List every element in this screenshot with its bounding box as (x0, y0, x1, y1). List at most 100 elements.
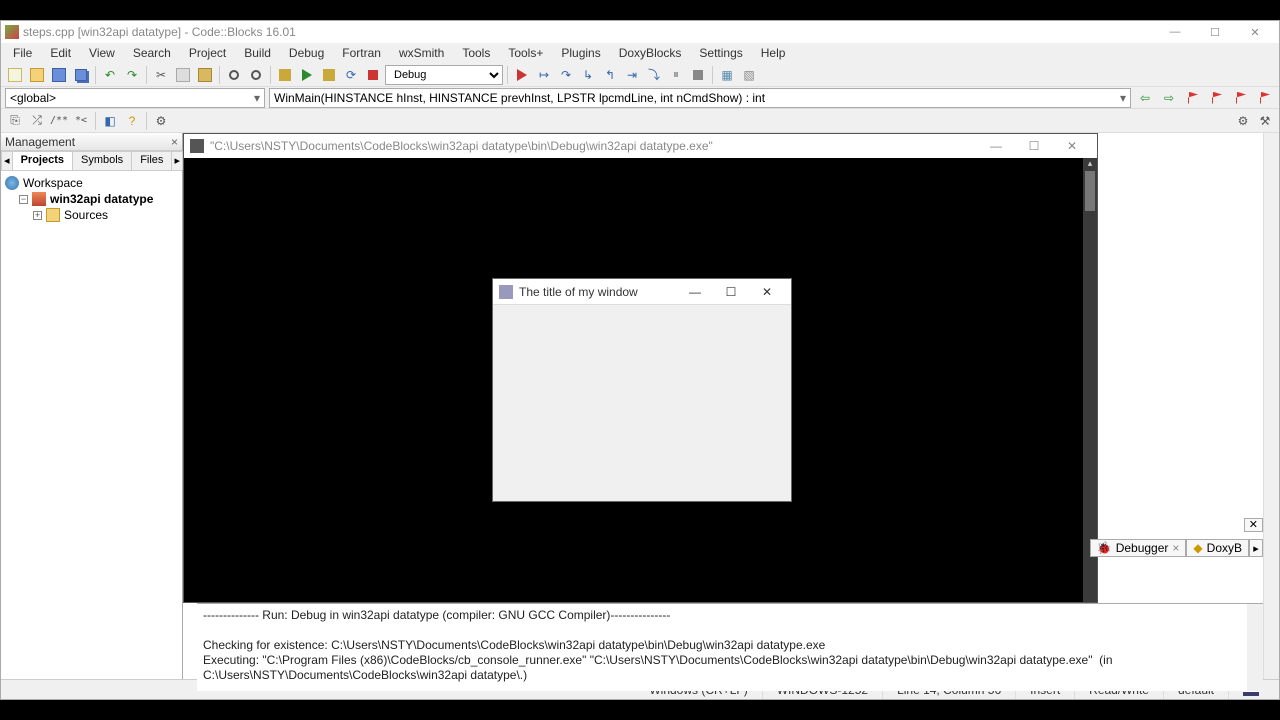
menu-wxsmith[interactable]: wxSmith (391, 44, 452, 62)
help-button[interactable]: ⚒ (1255, 111, 1275, 131)
console-minimize-button[interactable]: — (977, 135, 1015, 157)
doxy-tab[interactable]: ◆ DoxyB (1186, 539, 1249, 557)
redo-button[interactable]: ↷ (122, 65, 142, 85)
menu-settings[interactable]: Settings (691, 44, 750, 62)
save-button[interactable] (49, 65, 69, 85)
titlebar: steps.cpp [win32api datatype] - Code::Bl… (1, 21, 1279, 43)
maximize-button[interactable]: ☐ (1195, 22, 1235, 42)
next-line-button[interactable]: ↷ (556, 65, 576, 85)
comment-button[interactable]: /** (49, 111, 69, 131)
abort-button[interactable] (363, 65, 383, 85)
replace-button[interactable] (246, 65, 266, 85)
scroll-thumb[interactable] (1085, 171, 1095, 211)
tab-symbols[interactable]: Symbols (72, 151, 132, 170)
paste-button[interactable] (195, 65, 215, 85)
step-into-button[interactable]: ↳ (578, 65, 598, 85)
tab-scroll-right[interactable]: ▸ (171, 151, 183, 170)
debug-start-button[interactable] (512, 65, 532, 85)
running-app-maximize-button[interactable]: ☐ (713, 280, 749, 304)
build-log-text[interactable]: -------------- Run: Debug in win32api da… (197, 604, 1247, 691)
settings-button[interactable]: ⚙ (1233, 111, 1253, 131)
menu-project[interactable]: Project (181, 44, 234, 62)
menu-build[interactable]: Build (236, 44, 279, 62)
bookmark-clear-button[interactable] (1255, 88, 1275, 108)
copy-button[interactable] (173, 65, 193, 85)
console-maximize-button[interactable]: ☐ (1015, 135, 1053, 157)
bookmark-prev-button[interactable] (1207, 88, 1227, 108)
doxy-3-button[interactable]: ⚙ (151, 111, 171, 131)
log-scrollbar[interactable] (1247, 604, 1263, 691)
next-instr-button[interactable]: ⇥ (622, 65, 642, 85)
break-button[interactable]: ⏸ (666, 65, 686, 85)
build-target-select[interactable]: Debug (385, 65, 503, 85)
tabs-overflow-button[interactable]: ▸ (1249, 539, 1263, 557)
expand-icon[interactable]: − (19, 195, 28, 204)
run-to-cursor-button[interactable]: ↦ (534, 65, 554, 85)
running-app-minimize-button[interactable]: — (677, 280, 713, 304)
tab-files[interactable]: Files (131, 151, 172, 170)
step-instr-button[interactable]: ⤵ (644, 65, 664, 85)
menu-plugins[interactable]: Plugins (553, 44, 608, 62)
nav-forward-button[interactable]: ⇨ (1159, 88, 1179, 108)
scroll-up-icon[interactable]: ▴ (1083, 158, 1097, 169)
menu-debug[interactable]: Debug (281, 44, 332, 62)
bookmark-toggle-button[interactable] (1183, 88, 1203, 108)
debug-windows-button[interactable]: ▦ (717, 65, 737, 85)
menu-file[interactable]: File (5, 44, 40, 62)
run-button[interactable] (297, 65, 317, 85)
open-file-button[interactable] (27, 65, 47, 85)
menubar: File Edit View Search Project Build Debu… (1, 43, 1279, 63)
menu-fortran[interactable]: Fortran (334, 44, 389, 62)
console-close-button[interactable]: ✕ (1053, 135, 1091, 157)
bookmark-next-button[interactable] (1231, 88, 1251, 108)
debug-start-icon (517, 69, 527, 81)
undo-button[interactable]: ↶ (100, 65, 120, 85)
uncomment-button[interactable]: *< (71, 111, 91, 131)
debugger-tab-close[interactable]: × (1172, 541, 1179, 555)
expand-icon[interactable]: + (33, 211, 42, 220)
running-app-close-button[interactable]: ✕ (749, 280, 785, 304)
doxy-2-button[interactable]: ? (122, 111, 142, 131)
step-out-button[interactable]: ↰ (600, 65, 620, 85)
save-all-button[interactable] (71, 65, 91, 85)
close-button[interactable]: ✕ (1235, 22, 1275, 42)
bottom-panel-tabs: 🐞 Debugger × ◆ DoxyB ▸ (1090, 539, 1263, 557)
minimize-button[interactable]: — (1155, 22, 1195, 42)
build-button[interactable] (275, 65, 295, 85)
menu-edit[interactable]: Edit (42, 44, 79, 62)
scope-dropdown[interactable]: <global> ▾ (5, 88, 265, 108)
menu-tools[interactable]: Tools (454, 44, 498, 62)
gear-icon: ⚙ (1238, 114, 1249, 128)
save-icon (52, 68, 66, 82)
build-run-button[interactable] (319, 65, 339, 85)
tree-project[interactable]: − win32api datatype (5, 191, 178, 207)
toggle-source-button[interactable]: ⎘ (5, 111, 25, 131)
management-title: Management × (1, 133, 182, 151)
menu-doxyblocks[interactable]: DoxyBlocks (611, 44, 690, 62)
menu-toolsplus[interactable]: Tools+ (500, 44, 551, 62)
find-button[interactable] (224, 65, 244, 85)
debugger-tab[interactable]: 🐞 Debugger × (1090, 539, 1187, 557)
function-dropdown[interactable]: WinMain(HINSTANCE hInst, HINSTANCE prevh… (269, 88, 1131, 108)
rebuild-button[interactable]: ⟳ (341, 65, 361, 85)
console-titlebar[interactable]: "C:\Users\NSTY\Documents\CodeBlocks\win3… (184, 134, 1097, 158)
info-button[interactable]: ▧ (739, 65, 759, 85)
cut-button[interactable]: ✂ (151, 65, 171, 85)
doxy-1-button[interactable]: ◧ (100, 111, 120, 131)
menu-help[interactable]: Help (753, 44, 794, 62)
menu-search[interactable]: Search (125, 44, 179, 62)
editor-scrollbar[interactable] (1263, 133, 1279, 679)
nav-back-button[interactable]: ⇦ (1135, 88, 1155, 108)
new-file-button[interactable] (5, 65, 25, 85)
tree-sources-folder[interactable]: + Sources (5, 207, 178, 223)
running-app-titlebar[interactable]: The title of my window — ☐ ✕ (493, 279, 791, 305)
management-close-button[interactable]: × (171, 135, 178, 149)
console-scrollbar[interactable]: ▴ (1083, 158, 1097, 602)
log-close-button[interactable]: ✕ (1244, 518, 1263, 532)
running-app-window[interactable]: The title of my window — ☐ ✕ (492, 278, 792, 502)
toggle-header-button[interactable]: ⤮ (27, 111, 47, 131)
menu-view[interactable]: View (81, 44, 123, 62)
stop-debug-button[interactable] (688, 65, 708, 85)
tab-projects[interactable]: Projects (12, 151, 73, 170)
tree-workspace[interactable]: Workspace (5, 175, 178, 191)
